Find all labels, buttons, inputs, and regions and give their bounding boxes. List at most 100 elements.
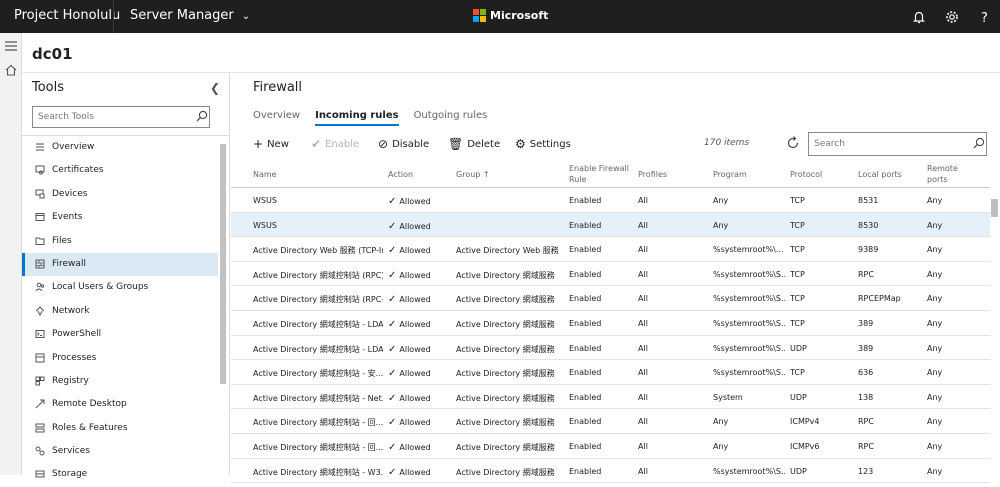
tool-item-local-users-groups[interactable]: Local Users & Groups [22, 276, 218, 299]
new-button[interactable]: + New [253, 137, 289, 151]
firewall-icon [35, 259, 45, 269]
cell-protocol: UDP [790, 343, 807, 353]
tools-scrollbar[interactable] [219, 136, 227, 475]
col-enable-rule[interactable]: Enable Firewall Rule [569, 163, 629, 185]
table-row[interactable]: Active Directory 網域控制站 (RPC-... ✓ Allowed A… [231, 286, 990, 311]
checkmark-icon: ✓ [388, 196, 397, 207]
cell-name: Active Directory 網域控制站 - 安... [253, 369, 383, 379]
home-icon[interactable] [5, 64, 17, 76]
tool-item-files[interactable]: Files [22, 230, 218, 253]
search-rules-input[interactable]: Search [808, 132, 987, 156]
tool-item-storage[interactable]: Storage [22, 463, 218, 486]
cell-profiles: All [638, 417, 648, 427]
help-icon[interactable]: ? [977, 9, 993, 25]
search-tools-input[interactable]: Search Tools [32, 106, 210, 128]
table-row[interactable]: Active Directory 網域控制站 - 安... ✓ Allowed Act… [231, 360, 990, 385]
tool-item-label: Services [52, 446, 90, 457]
settings-icon: ⚙ [515, 137, 526, 151]
table-row[interactable]: Active Directory Web 服務 (TCP-In) ✓ Allowed… [231, 237, 990, 262]
rules-table: Name Action Group ↑ Enable Firewall Rule … [231, 160, 990, 484]
disable-button[interactable]: ⊘ Disable [378, 137, 429, 151]
tab-incoming-rules[interactable]: Incoming rules [315, 110, 399, 126]
tool-item-remote-desktop[interactable]: Remote Desktop [22, 393, 218, 416]
table-row[interactable]: Active Directory 網域控制站 (RPC) ✓ Allowed Acti… [231, 262, 990, 287]
col-program[interactable]: Program [713, 169, 747, 180]
page-title: Firewall [253, 80, 303, 95]
product-switcher[interactable]: Server Manager ⌄ [130, 8, 250, 23]
tool-item-label: Events [52, 212, 83, 223]
table-row[interactable]: Active Directory 網域控制站 - LDA... ✓ Allowed A… [231, 336, 990, 361]
events-icon [35, 213, 45, 222]
col-protocol[interactable]: Protocol [790, 169, 822, 180]
tool-item-events[interactable]: Events [22, 206, 218, 229]
table-row[interactable]: WSUS ✓ Allowed Enabled All Any TCP 8531 Any [231, 188, 990, 213]
tool-item-roles-features[interactable]: Roles & Features [22, 417, 218, 440]
cell-local-ports: RPC [858, 417, 874, 427]
col-name[interactable]: Name [253, 169, 277, 180]
cell-action: ✓ Allowed [388, 442, 431, 453]
gear-icon[interactable] [944, 9, 960, 25]
table-row[interactable]: WSUS ✓ Allowed Enabled All Any TCP 8530 Any [231, 212, 990, 238]
search-rules-placeholder: Search [814, 139, 845, 149]
search-icon[interactable] [973, 137, 985, 149]
bell-icon[interactable] [911, 9, 927, 25]
cell-remote-ports: Any [927, 220, 943, 230]
search-icon[interactable] [196, 110, 208, 122]
brand-title[interactable]: Project Honolulu [14, 8, 120, 23]
table-row[interactable]: Active Directory 網域控制站 - Net... ✓ Allowed A… [231, 385, 990, 410]
cell-remote-ports: Any [927, 196, 943, 205]
cell-program: %systemroot%\S... [713, 368, 785, 378]
table-scrollbar-thumb[interactable] [991, 199, 998, 217]
enable-label: Enable [325, 138, 360, 150]
tool-item-certificates[interactable]: Certificates [22, 159, 218, 182]
col-profiles[interactable]: Profiles [638, 169, 667, 180]
tool-item-label: Network [52, 305, 90, 316]
hamburger-icon[interactable] [5, 41, 17, 51]
col-local-ports[interactable]: Local ports [858, 169, 902, 180]
checkmark-icon: ✓ [388, 368, 397, 380]
tools-scrollbar-thumb[interactable] [220, 144, 226, 384]
checkmark-icon: ✓ [388, 318, 397, 330]
tool-item-powershell[interactable]: PowerShell [22, 323, 218, 346]
cell-profiles: All [638, 368, 648, 378]
tool-item-processes[interactable]: Processes [22, 347, 218, 370]
firewall-main: Firewall Overview Incoming rules Outgoing … [231, 73, 1000, 484]
cell-remote-ports: Any [927, 392, 943, 402]
tool-item-services[interactable]: Services [22, 440, 218, 463]
cell-protocol: TCP [790, 245, 805, 255]
tool-item-network[interactable]: Network [22, 300, 218, 323]
refresh-icon[interactable] [785, 135, 801, 151]
col-remote-ports[interactable]: Remote ports [927, 163, 958, 185]
tool-item-overview[interactable]: Overview [22, 136, 218, 159]
processes-icon [35, 353, 45, 363]
cell-protocol: TCP [790, 318, 805, 328]
table-scrollbar[interactable] [989, 187, 1000, 475]
table-row[interactable]: Active Directory 網域控制站 - LDA... ✓ Allowed A… [231, 311, 990, 336]
cell-program: Any [713, 220, 729, 230]
product-name: Server Manager [130, 8, 234, 23]
enable-button[interactable]: ✔ Enable [311, 137, 359, 151]
cell-action-label: Allowed [399, 221, 431, 231]
tool-item-label: Firewall [52, 258, 86, 269]
firewall-toolbar: + New ✔ Enable ⊘ Disable 🗑 Delete ⚙ Settings … [251, 132, 991, 157]
table-row[interactable]: Active Directory 網域控制站 - 回... ✓ Allowed Act… [231, 434, 990, 459]
table-row[interactable]: Active Directory 網域控制站 - 回... ✓ Allowed Act… [231, 409, 990, 434]
cell-action-label: Allowed [399, 319, 431, 329]
cell-enabled: Enabled [569, 245, 602, 255]
tool-item-label: Files [52, 235, 72, 246]
settings-button[interactable]: ⚙ Settings [515, 137, 571, 151]
col-action[interactable]: Action [388, 169, 413, 180]
chevron-down-icon: ⌄ [241, 11, 251, 22]
tool-item-devices[interactable]: Devices [22, 183, 218, 206]
tab-overview[interactable]: Overview [253, 110, 300, 126]
tab-outgoing-rules[interactable]: Outgoing rules [414, 110, 488, 126]
cell-name: Active Directory 網域控制站 - 回... [253, 442, 383, 452]
col-group[interactable]: Group ↑ [456, 169, 490, 180]
trash-icon: 🗑 [448, 137, 464, 151]
tool-item-firewall[interactable]: Firewall [22, 252, 218, 277]
delete-button[interactable]: 🗑 Delete [448, 137, 500, 151]
tools-title: Tools [32, 80, 65, 95]
table-row[interactable]: Active Directory 網域控制站 - W3... ✓ Allowed Ac… [231, 459, 990, 484]
tool-item-registry[interactable]: Registry [22, 370, 218, 393]
collapse-panel-icon[interactable]: ❮ [210, 81, 220, 95]
